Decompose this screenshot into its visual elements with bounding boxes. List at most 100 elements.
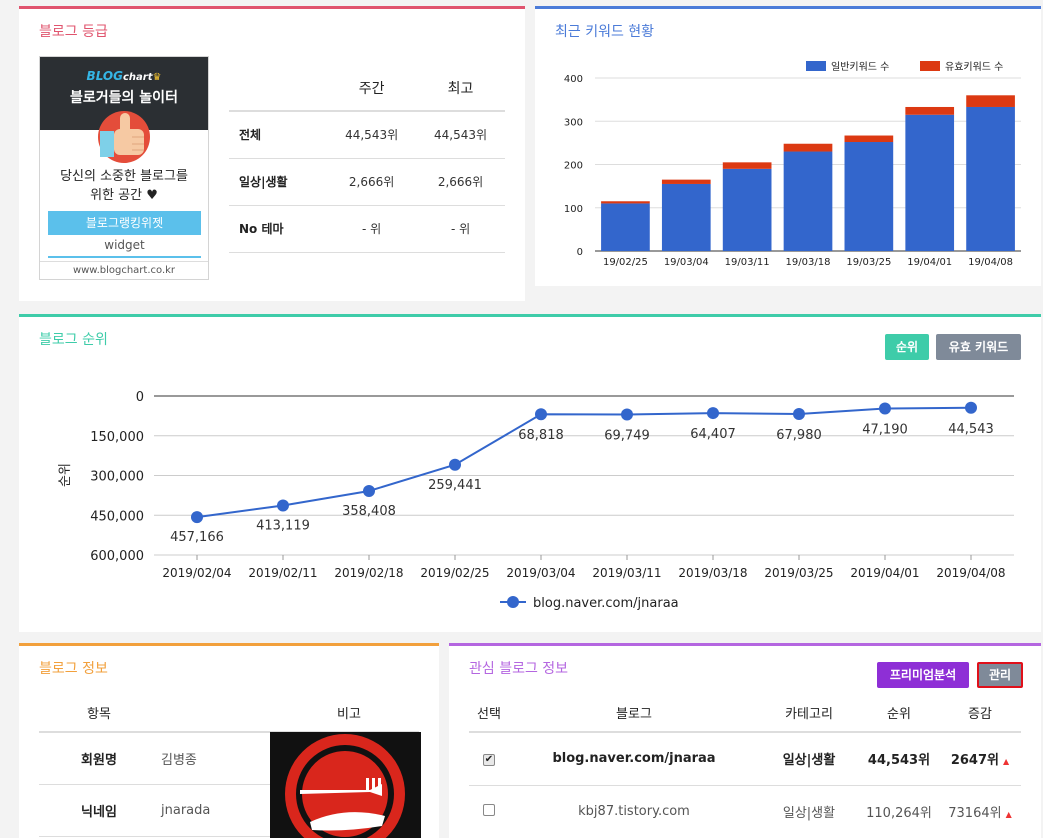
x-tick-label: 19/03/18 [786,257,831,268]
legend-label: blog.naver.com/jnaraa [533,596,679,611]
y-tick-label: 150,000 [90,430,144,445]
widget-subtitle: 블로거들의 놀이터 [70,90,178,106]
column-header: 카테고리 [759,694,859,733]
row-label: 전체 [229,111,328,159]
y-tick-label: 200 [564,161,583,172]
blogchart-widget[interactable]: BLOGchart♛ 블로거들의 놀이터 당신의 소중한 블로그를 위한 공간 … [39,56,209,280]
table-row: ✔ blog.naver.com/jnaraa 일상|생활 44,543위 26… [469,732,1021,786]
table-row: No 테마 - 위 - 위 [229,205,505,253]
x-tick-label: 2019/04/01 [850,566,919,580]
x-tick-label: 2019/02/04 [162,566,231,580]
interest-table: 선택 블로그 카테고리 순위 증감 ✔ blog.naver.com/jnara… [469,694,1021,838]
bar-effective [601,201,650,204]
blog-category: 일상|생활 [759,732,859,786]
rank-change: 73164위 [948,806,1002,821]
blog-rank: 44,543위 [859,732,939,786]
x-tick-label: 2019/02/18 [334,566,403,580]
select-checkbox[interactable] [483,803,495,816]
blog-grade-panel: 블로그 등급 BLOGchart♛ 블로거들의 놀이터 당신의 소중한 블로그를… [19,6,525,301]
data-label: 47,190 [862,423,908,438]
bar-effective [722,162,772,169]
blog-rank-panel: 블로그 순위 순위 유효 키워드 0 150,000 300,000 450,000 6… [19,314,1041,632]
bar-effective [966,95,1015,107]
y-tick-label: 0 [136,390,144,405]
bar-effective [905,106,955,115]
thumbs-up-icon [98,111,150,163]
blog-url[interactable]: kbj87.tistory.com [509,785,759,838]
best-rank: 44,543위 [416,111,505,159]
row-label: 회원명 [39,732,159,785]
crown-icon: ♛ [152,72,162,83]
column-header: 주간 [327,65,417,112]
bar-general [905,114,955,251]
bar-general [844,142,894,251]
manage-button[interactable]: 관리 [977,662,1023,688]
data-point [965,401,977,414]
series-line [196,406,972,519]
data-label: 68,818 [518,428,564,443]
ranking-widget-button[interactable]: 블로그랭킹위젯 [48,211,201,235]
legend-swatch [920,61,940,71]
y-tick-label: 0 [577,247,583,258]
x-tick-label: 2019/03/04 [506,566,575,580]
panel-title: 블로그 등급 [39,24,108,40]
y-tick-label: 100 [564,204,583,215]
table-header-row: 항목 비고 [39,694,419,733]
select-checkbox[interactable]: ✔ [483,754,495,767]
data-point [879,402,891,415]
row-label: 일상|생활 [229,158,328,206]
data-label: 69,749 [604,428,650,443]
blog-info-panel: 블로그 정보 항목 비고 회원명 김병종 닉네임 jnarada [19,643,439,838]
row-label: 닉네임 [39,784,159,837]
panel-title: 관심 블로그 정보 [469,661,569,677]
blog-profile-image [270,732,421,838]
y-tick-label: 300,000 [90,470,144,485]
data-label: 67,980 [776,428,822,443]
data-label: 44,543 [948,422,994,437]
bar-general [783,151,833,251]
column-header [229,65,328,112]
weekly-rank: 2,666위 [327,158,417,206]
interest-blog-panel: 관심 블로그 정보 프리미엄분석 관리 선택 블로그 카테고리 순위 증감 ✔ … [449,643,1041,838]
bar-effective [661,179,711,184]
widget-url[interactable]: www.blogchart.co.kr [40,261,208,276]
column-header: 항목 [39,694,159,733]
bar-general [966,106,1015,251]
premium-analysis-button[interactable]: 프리미엄분석 [877,662,969,688]
legend-label: 일반키워드 수 [831,60,889,73]
bar-general [601,203,650,251]
x-tick-label: 2019/02/11 [248,566,317,580]
fork-knife-icon [285,734,405,838]
column-header: 증감 [939,694,1021,733]
x-tick-label: 19/03/25 [846,257,891,268]
widget-text: 당신의 소중한 블로그를 위한 공간 ♥ [60,169,188,203]
data-point [449,458,461,471]
data-point [621,408,633,421]
column-header: 최고 [416,65,505,112]
arrow-up-icon: ▲ [1005,810,1012,819]
legend-label: 유효키워드 수 [945,60,1003,73]
data-point [363,484,375,497]
data-label: 413,119 [256,518,310,533]
data-label: 457,166 [170,530,224,545]
x-tick-label: 2019/03/11 [592,566,661,580]
x-tick-label: 19/03/11 [725,257,770,268]
table-header-row: 주간 최고 [229,65,505,112]
data-label: 259,441 [428,478,482,493]
bar-general [722,168,772,251]
x-tick-label: 19/02/25 [603,257,648,268]
arrow-up-icon: ▲ [1003,757,1010,767]
legend-swatch [806,61,826,71]
bar-general [661,183,711,251]
bar-effective [844,135,894,143]
weekly-rank: - 위 [327,205,417,253]
x-tick-label: 2019/03/25 [764,566,833,580]
table-row: kbj87.tistory.com 일상|생활 110,264위 73164위 ▲ [469,785,1021,838]
widget-label: widget [48,238,201,258]
data-point [191,511,203,524]
grade-table: 주간 최고 전체 44,543위 44,543위 일상|생활 2,666위 2,… [229,65,505,253]
data-point [277,499,289,512]
x-tick-label: 19/04/08 [968,257,1013,268]
weekly-rank: 44,543위 [327,111,417,159]
blog-url[interactable]: blog.naver.com/jnaraa [509,732,759,786]
